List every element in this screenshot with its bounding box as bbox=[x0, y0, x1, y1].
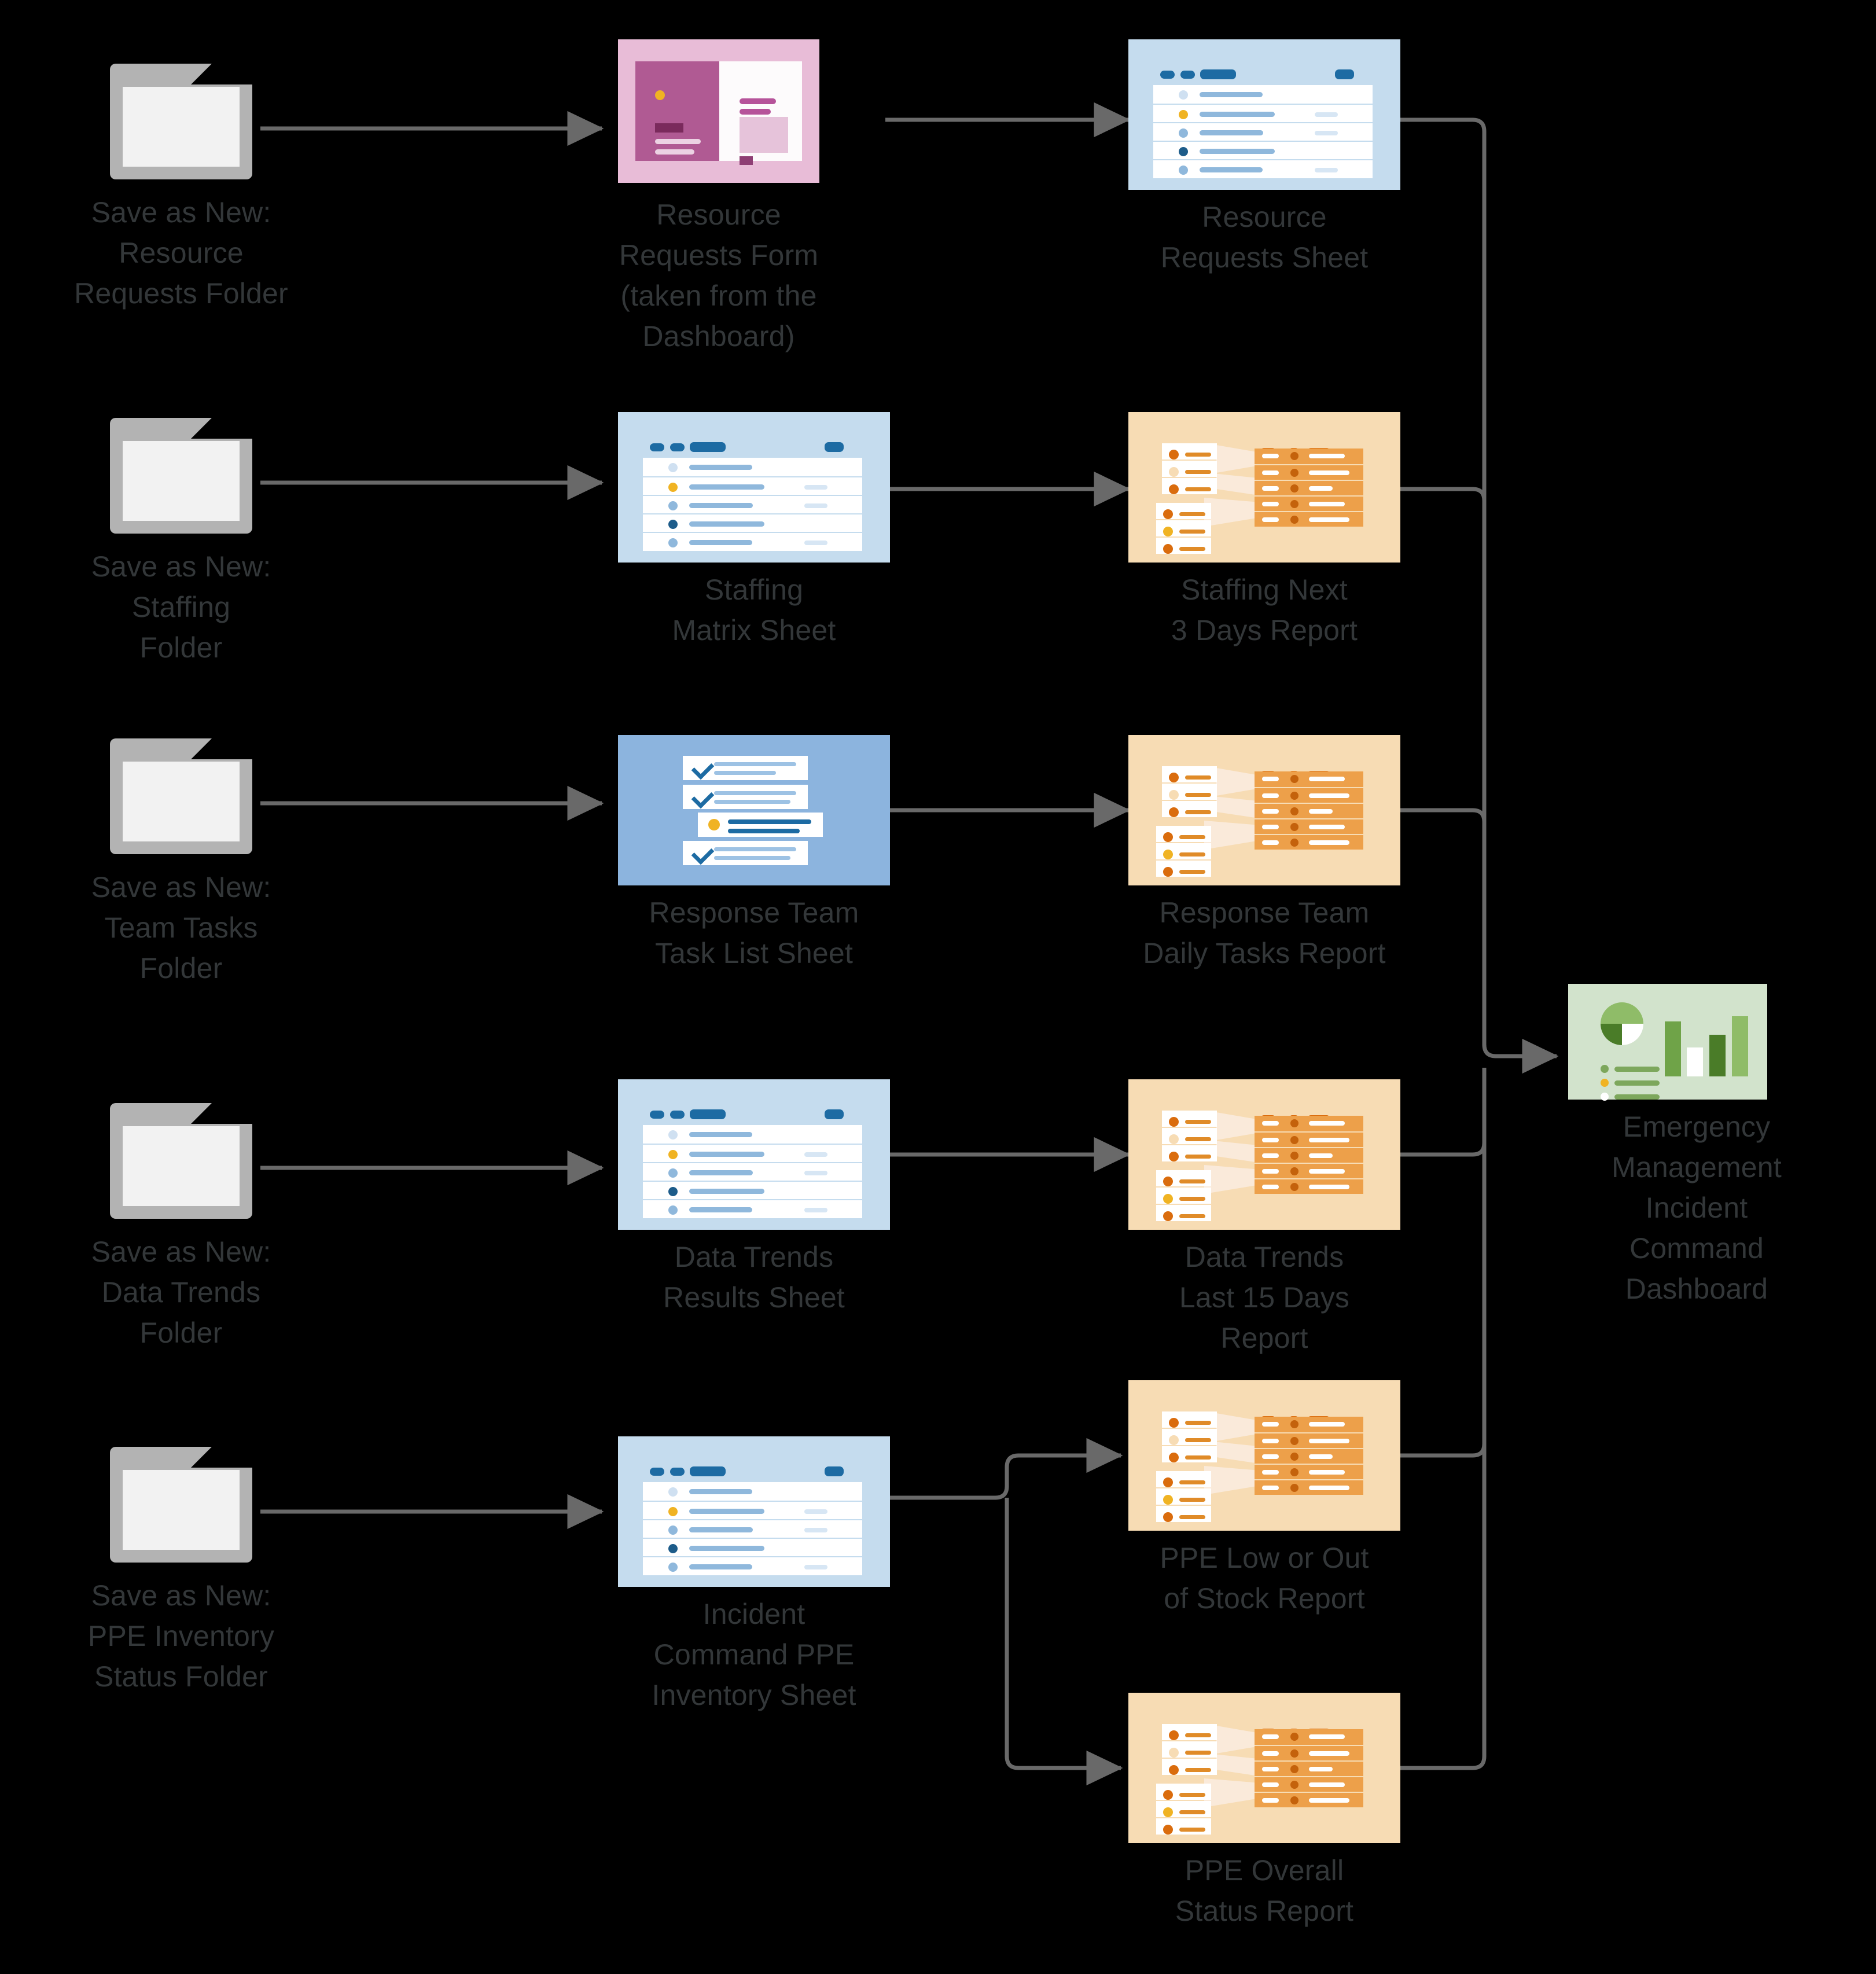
legend-dot-white bbox=[1601, 1093, 1609, 1101]
node-label: Response Team Task List Sheet bbox=[649, 896, 859, 969]
report-icon bbox=[1128, 1380, 1400, 1531]
sheet-icon bbox=[618, 412, 890, 563]
report-icon bbox=[1128, 1079, 1400, 1230]
status-dot-icon bbox=[655, 90, 665, 100]
report-icon bbox=[1128, 1693, 1400, 1843]
node-resource-requests-sheet[interactable]: Resource Requests Sheet bbox=[1128, 39, 1400, 274]
node-label: Save as New: Resource Requests Folder bbox=[74, 196, 288, 310]
report-icon bbox=[1128, 412, 1400, 563]
pie-chart-icon bbox=[1601, 1002, 1643, 1045]
task-list-icon bbox=[618, 735, 890, 885]
node-label: Save as New: Data Trends Folder bbox=[91, 1236, 271, 1349]
node-label: Incident Command PPE Inventory Sheet bbox=[652, 1598, 856, 1711]
node-label: Resource Requests Form (taken from the D… bbox=[619, 198, 819, 352]
bar-1 bbox=[1665, 1021, 1681, 1076]
node-label: PPE Low or Out of Stock Report bbox=[1160, 1542, 1369, 1615]
folder-icon bbox=[110, 1103, 252, 1219]
node-emergency-management-dashboard[interactable]: Emergency Management Incident Command Da… bbox=[1568, 984, 1825, 1305]
node-label: Staffing Matrix Sheet bbox=[672, 574, 836, 646]
folder-icon bbox=[110, 738, 252, 854]
check-icon bbox=[691, 785, 715, 809]
folder-icon bbox=[110, 1447, 252, 1563]
sheet-icon bbox=[1128, 39, 1400, 190]
node-resource-requests-form[interactable]: Resource Requests Form (taken from the D… bbox=[618, 39, 819, 352]
report-icon bbox=[1128, 735, 1400, 885]
bar-4 bbox=[1732, 1016, 1748, 1076]
node-to-report-arrows bbox=[885, 102, 1131, 1172]
node-response-team-task-list-sheet[interactable]: Response Team Task List Sheet bbox=[618, 735, 890, 969]
node-folder-staffing[interactable]: Save as New: Staffing Folder bbox=[91, 418, 271, 664]
node-folder-team-tasks[interactable]: Save as New: Team Tasks Folder bbox=[91, 738, 271, 984]
workflow-diagram-canvas: Save as New: Resource Requests Folder Sa… bbox=[0, 0, 1876, 1974]
node-staffing-next-3-days-report[interactable]: Staffing Next 3 Days Report bbox=[1128, 412, 1400, 646]
legend-dot-orange bbox=[1601, 1079, 1609, 1087]
node-label: PPE Overall Status Report bbox=[1175, 1854, 1354, 1927]
node-label: Save as New: Staffing Folder bbox=[91, 550, 271, 664]
node-label: Response Team Daily Tasks Report bbox=[1143, 896, 1386, 969]
node-label: Save as New: PPE Inventory Status Folder bbox=[87, 1579, 275, 1693]
bar-2 bbox=[1687, 1047, 1703, 1076]
node-data-trends-last-15-days-report[interactable]: Data Trends Last 15 Days Report bbox=[1128, 1079, 1400, 1354]
node-response-team-daily-tasks-report[interactable]: Response Team Daily Tasks Report bbox=[1128, 735, 1400, 969]
node-incident-command-ppe-inventory-sheet[interactable]: Incident Command PPE Inventory Sheet bbox=[618, 1436, 890, 1711]
node-staffing-matrix-sheet[interactable]: Staffing Matrix Sheet bbox=[618, 412, 890, 646]
bar-3 bbox=[1709, 1035, 1726, 1076]
node-label: Emergency Management Incident Command Da… bbox=[1612, 1111, 1782, 1305]
legend-dot-green bbox=[1601, 1065, 1609, 1073]
status-dot-icon bbox=[708, 819, 720, 830]
node-label: Staffing Next 3 Days Report bbox=[1171, 574, 1358, 646]
check-icon bbox=[691, 841, 715, 865]
dashboard-icon bbox=[1568, 984, 1767, 1101]
form-icon bbox=[618, 39, 819, 183]
ppe-split-branch bbox=[885, 1438, 1123, 1786]
node-folder-data-trends[interactable]: Save as New: Data Trends Folder bbox=[91, 1103, 271, 1349]
node-label: Resource Requests Sheet bbox=[1160, 201, 1369, 274]
node-folder-ppe-inventory[interactable]: Save as New: PPE Inventory Status Folder bbox=[88, 1447, 274, 1693]
trunk-to-dashboard bbox=[1400, 117, 1559, 1770]
node-label: Save as New: Team Tasks Folder bbox=[91, 871, 271, 984]
sheet-icon bbox=[618, 1436, 890, 1587]
node-label: Data Trends Last 15 Days Report bbox=[1179, 1241, 1350, 1354]
node-data-trends-results-sheet[interactable]: Data Trends Results Sheet bbox=[618, 1079, 890, 1314]
node-label: Data Trends Results Sheet bbox=[663, 1241, 845, 1314]
node-folder-resource-requests[interactable]: Save as New: Resource Requests Folder bbox=[74, 64, 288, 310]
node-ppe-low-or-out-of-stock-report[interactable]: PPE Low or Out of Stock Report bbox=[1128, 1380, 1400, 1615]
sheet-icon bbox=[618, 1079, 890, 1230]
folder-icon bbox=[110, 418, 252, 534]
check-icon bbox=[691, 756, 715, 780]
folder-icon bbox=[110, 64, 252, 179]
node-ppe-overall-status-report[interactable]: PPE Overall Status Report bbox=[1128, 1693, 1400, 1927]
